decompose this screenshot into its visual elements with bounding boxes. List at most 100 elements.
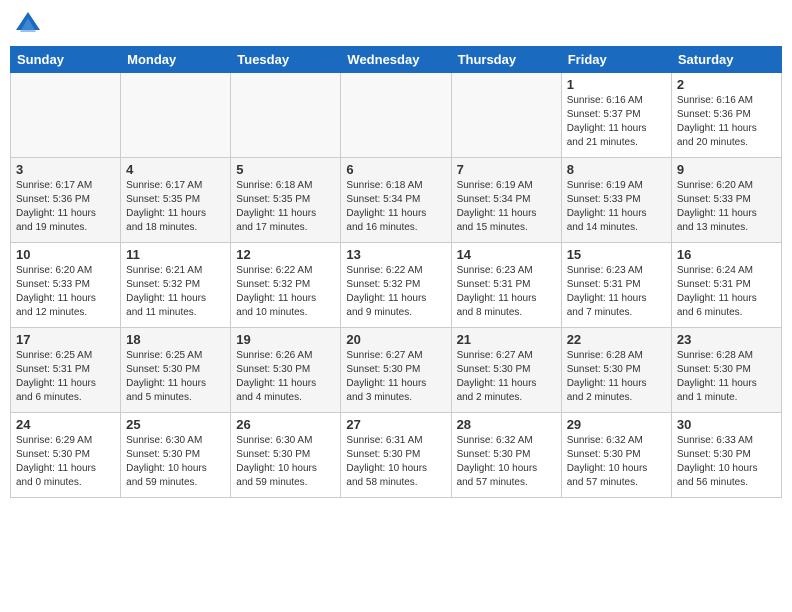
- logo-icon: [14, 10, 42, 38]
- day-number: 18: [126, 332, 225, 347]
- day-cell: 23 Sunrise: 6:28 AMSunset: 5:30 PMDayligh…: [671, 328, 781, 413]
- day-number: 11: [126, 247, 225, 262]
- day-number: 12: [236, 247, 335, 262]
- col-header-monday: Monday: [121, 47, 231, 73]
- day-cell: 6 Sunrise: 6:18 AMSunset: 5:34 PMDaylight…: [341, 158, 451, 243]
- day-cell: [231, 73, 341, 158]
- day-detail: Sunrise: 6:17 AMSunset: 5:35 PMDaylight:…: [126, 179, 225, 235]
- day-detail: Sunrise: 6:30 AMSunset: 5:30 PMDaylight:…: [126, 434, 225, 490]
- day-cell: 2 Sunrise: 6:16 AMSunset: 5:36 PMDaylight…: [671, 73, 781, 158]
- day-number: 4: [126, 162, 225, 177]
- day-detail: Sunrise: 6:20 AMSunset: 5:33 PMDaylight:…: [16, 264, 115, 320]
- day-cell: 1Sunrise: 6:16 AMSunset: 5:37 PMDaylight…: [561, 73, 671, 158]
- day-detail: Sunrise: 6:27 AMSunset: 5:30 PMDaylight:…: [346, 349, 445, 405]
- day-cell: [451, 73, 561, 158]
- day-cell: 15 Sunrise: 6:23 AMSunset: 5:31 PMDayligh…: [561, 243, 671, 328]
- day-cell: 27Sunrise: 6:31 AMSunset: 5:30 PMDayligh…: [341, 413, 451, 498]
- day-cell: 17Sunrise: 6:25 AMSunset: 5:31 PMDayligh…: [11, 328, 121, 413]
- header-row: SundayMondayTuesdayWednesdayThursdayFrid…: [11, 47, 782, 73]
- day-cell: 5 Sunrise: 6:18 AMSunset: 5:35 PMDaylight…: [231, 158, 341, 243]
- col-header-sunday: Sunday: [11, 47, 121, 73]
- day-detail: Sunrise: 6:27 AMSunset: 5:30 PMDaylight:…: [457, 349, 556, 405]
- day-detail: Sunrise: 6:18 AMSunset: 5:35 PMDaylight:…: [236, 179, 335, 235]
- day-detail: Sunrise: 6:30 AMSunset: 5:30 PMDaylight:…: [236, 434, 335, 490]
- day-detail: Sunrise: 6:28 AMSunset: 5:30 PMDaylight:…: [567, 349, 666, 405]
- col-header-tuesday: Tuesday: [231, 47, 341, 73]
- day-cell: 7 Sunrise: 6:19 AMSunset: 5:34 PMDaylight…: [451, 158, 561, 243]
- col-header-wednesday: Wednesday: [341, 47, 451, 73]
- day-detail: Sunrise: 6:24 AMSunset: 5:31 PMDaylight:…: [677, 264, 776, 320]
- day-cell: 3Sunrise: 6:17 AMSunset: 5:36 PMDaylight…: [11, 158, 121, 243]
- col-header-thursday: Thursday: [451, 47, 561, 73]
- day-number: 28: [457, 417, 556, 432]
- day-number: 22: [567, 332, 666, 347]
- day-number: 9: [677, 162, 776, 177]
- day-cell: 29 Sunrise: 6:32 AMSunset: 5:30 PMDayligh…: [561, 413, 671, 498]
- week-row-3: 10 Sunrise: 6:20 AMSunset: 5:33 PMDayligh…: [11, 243, 782, 328]
- day-detail: Sunrise: 6:18 AMSunset: 5:34 PMDaylight:…: [346, 179, 445, 235]
- day-detail: Sunrise: 6:33 AMSunset: 5:30 PMDaylight:…: [677, 434, 776, 490]
- day-detail: Sunrise: 6:23 AMSunset: 5:31 PMDaylight:…: [567, 264, 666, 320]
- day-number: 19: [236, 332, 335, 347]
- day-detail: Sunrise: 6:32 AMSunset: 5:30 PMDaylight:…: [567, 434, 666, 490]
- day-number: 15: [567, 247, 666, 262]
- day-cell: 10 Sunrise: 6:20 AMSunset: 5:33 PMDayligh…: [11, 243, 121, 328]
- day-number: 13: [346, 247, 445, 262]
- week-row-2: 3Sunrise: 6:17 AMSunset: 5:36 PMDaylight…: [11, 158, 782, 243]
- day-detail: Sunrise: 6:16 AMSunset: 5:36 PMDaylight:…: [677, 94, 776, 150]
- day-cell: 19 Sunrise: 6:26 AMSunset: 5:30 PMDayligh…: [231, 328, 341, 413]
- day-cell: [121, 73, 231, 158]
- day-detail: Sunrise: 6:28 AMSunset: 5:30 PMDaylight:…: [677, 349, 776, 405]
- col-header-saturday: Saturday: [671, 47, 781, 73]
- day-detail: Sunrise: 6:31 AMSunset: 5:30 PMDaylight:…: [346, 434, 445, 490]
- day-number: 6: [346, 162, 445, 177]
- day-cell: 13 Sunrise: 6:22 AMSunset: 5:32 PMDayligh…: [341, 243, 451, 328]
- day-cell: 28 Sunrise: 6:32 AMSunset: 5:30 PMDayligh…: [451, 413, 561, 498]
- day-number: 23: [677, 332, 776, 347]
- day-cell: 30Sunrise: 6:33 AMSunset: 5:30 PMDayligh…: [671, 413, 781, 498]
- day-cell: 24 Sunrise: 6:29 AMSunset: 5:30 PMDayligh…: [11, 413, 121, 498]
- calendar-table: SundayMondayTuesdayWednesdayThursdayFrid…: [10, 46, 782, 498]
- day-detail: Sunrise: 6:26 AMSunset: 5:30 PMDaylight:…: [236, 349, 335, 405]
- day-detail: Sunrise: 6:21 AMSunset: 5:32 PMDaylight:…: [126, 264, 225, 320]
- day-cell: 14 Sunrise: 6:23 AMSunset: 5:31 PMDayligh…: [451, 243, 561, 328]
- day-number: 8: [567, 162, 666, 177]
- day-cell: 22 Sunrise: 6:28 AMSunset: 5:30 PMDayligh…: [561, 328, 671, 413]
- day-number: 14: [457, 247, 556, 262]
- week-row-1: 1Sunrise: 6:16 AMSunset: 5:37 PMDaylight…: [11, 73, 782, 158]
- day-cell: [11, 73, 121, 158]
- day-detail: Sunrise: 6:19 AMSunset: 5:33 PMDaylight:…: [567, 179, 666, 235]
- day-number: 10: [16, 247, 115, 262]
- day-cell: 21 Sunrise: 6:27 AMSunset: 5:30 PMDayligh…: [451, 328, 561, 413]
- week-row-5: 24 Sunrise: 6:29 AMSunset: 5:30 PMDayligh…: [11, 413, 782, 498]
- day-detail: Sunrise: 6:25 AMSunset: 5:31 PMDaylight:…: [16, 349, 115, 405]
- day-number: 7: [457, 162, 556, 177]
- day-detail: Sunrise: 6:17 AMSunset: 5:36 PMDaylight:…: [16, 179, 115, 235]
- day-number: 5: [236, 162, 335, 177]
- calendar-page: SundayMondayTuesdayWednesdayThursdayFrid…: [0, 0, 792, 612]
- day-number: 24: [16, 417, 115, 432]
- day-cell: [341, 73, 451, 158]
- day-detail: Sunrise: 6:32 AMSunset: 5:30 PMDaylight:…: [457, 434, 556, 490]
- day-number: 21: [457, 332, 556, 347]
- day-cell: 26 Sunrise: 6:30 AMSunset: 5:30 PMDayligh…: [231, 413, 341, 498]
- day-number: 2: [677, 77, 776, 92]
- day-detail: Sunrise: 6:22 AMSunset: 5:32 PMDaylight:…: [346, 264, 445, 320]
- day-cell: 18 Sunrise: 6:25 AMSunset: 5:30 PMDayligh…: [121, 328, 231, 413]
- day-cell: 8 Sunrise: 6:19 AMSunset: 5:33 PMDaylight…: [561, 158, 671, 243]
- day-cell: 12 Sunrise: 6:22 AMSunset: 5:32 PMDayligh…: [231, 243, 341, 328]
- day-detail: Sunrise: 6:29 AMSunset: 5:30 PMDaylight:…: [16, 434, 115, 490]
- day-detail: Sunrise: 6:23 AMSunset: 5:31 PMDaylight:…: [457, 264, 556, 320]
- day-number: 29: [567, 417, 666, 432]
- day-number: 26: [236, 417, 335, 432]
- col-header-friday: Friday: [561, 47, 671, 73]
- day-detail: Sunrise: 6:22 AMSunset: 5:32 PMDaylight:…: [236, 264, 335, 320]
- day-cell: 9Sunrise: 6:20 AMSunset: 5:33 PMDaylight…: [671, 158, 781, 243]
- day-number: 16: [677, 247, 776, 262]
- week-row-4: 17Sunrise: 6:25 AMSunset: 5:31 PMDayligh…: [11, 328, 782, 413]
- day-detail: Sunrise: 6:19 AMSunset: 5:34 PMDaylight:…: [457, 179, 556, 235]
- logo: [10, 10, 42, 38]
- day-cell: 11 Sunrise: 6:21 AMSunset: 5:32 PMDayligh…: [121, 243, 231, 328]
- day-cell: 16 Sunrise: 6:24 AMSunset: 5:31 PMDayligh…: [671, 243, 781, 328]
- day-detail: Sunrise: 6:25 AMSunset: 5:30 PMDaylight:…: [126, 349, 225, 405]
